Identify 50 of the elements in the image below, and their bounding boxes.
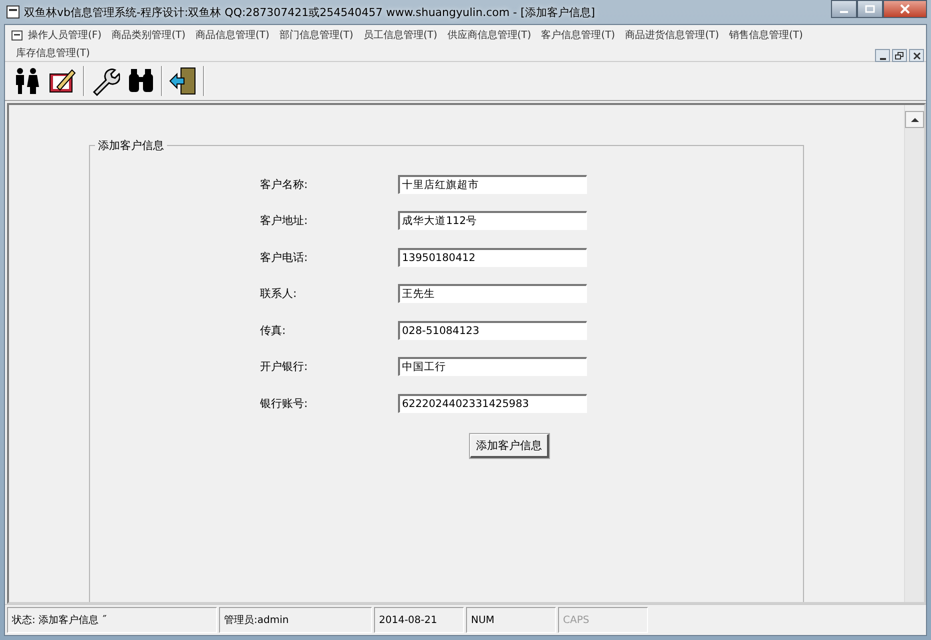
- app-icon: [6, 5, 20, 19]
- minimize-button[interactable]: [831, 0, 857, 18]
- menu-item[interactable]: 商品类别管理(T): [106, 27, 190, 43]
- status-panel: 状态: 添加客户信息 ˝: [7, 607, 217, 633]
- minimize-icon: [840, 11, 848, 13]
- field-label: 银行账号:: [260, 396, 309, 411]
- maximize-button[interactable]: [857, 0, 883, 18]
- menu-item[interactable]: 商品信息管理(T): [190, 27, 274, 43]
- scroll-up-button[interactable]: [905, 111, 924, 128]
- menu-item[interactable]: 销售信息管理(T): [724, 27, 808, 43]
- menu-item[interactable]: 部门信息管理(T): [274, 27, 358, 43]
- up-arrow-icon: [910, 117, 918, 122]
- field-label: 联系人:: [260, 286, 298, 302]
- close-button[interactable]: [909, 49, 924, 62]
- group-title: 添加客户信息: [95, 138, 167, 153]
- input-field[interactable]: 成华大道112号: [398, 211, 587, 230]
- input-field[interactable]: 十里店红旗超市: [398, 174, 587, 194]
- input-field[interactable]: 王先生: [398, 284, 587, 304]
- menu-item[interactable]: 员工信息管理(T): [358, 27, 442, 43]
- wrench-icon: [90, 66, 120, 96]
- menu-item[interactable]: 供应商信息管理(T): [442, 27, 536, 43]
- status-panel: 管理员:admin: [219, 607, 372, 633]
- restore-icon: [895, 52, 904, 60]
- field-label: 客户名称:: [260, 176, 309, 192]
- status-panel: CAPS: [558, 607, 648, 633]
- close-icon: [912, 52, 920, 60]
- menu-item[interactable]: 客户信息管理(T): [536, 27, 620, 43]
- exit-door-icon: [168, 66, 198, 96]
- input-field[interactable]: 13950180412: [398, 248, 587, 267]
- menu-item[interactable]: 操作人员管理(F): [23, 27, 107, 43]
- field-label: 客户电话:: [260, 250, 309, 265]
- close-button[interactable]: [883, 0, 927, 18]
- maximize-icon: [865, 5, 875, 13]
- menu-item[interactable]: 商品进货信息管理(T): [620, 27, 724, 43]
- input-field[interactable]: 6222024402331425983: [398, 394, 587, 413]
- restore-button[interactable]: [892, 49, 907, 62]
- menu-item[interactable]: 库存信息管理(T): [11, 45, 95, 61]
- field-label: 传真:: [260, 322, 287, 338]
- field-label: 开户银行:: [260, 359, 309, 374]
- field-label: 客户地址:: [260, 213, 309, 228]
- close-icon: [900, 4, 910, 14]
- minimize-icon: [880, 58, 886, 60]
- input-field[interactable]: 028-51084123: [398, 320, 587, 340]
- document-icon[interactable]: [11, 29, 23, 41]
- input-field[interactable]: 中国工行: [398, 357, 587, 376]
- status-panel: 2014-08-21: [374, 607, 464, 633]
- minimize-button[interactable]: [875, 49, 890, 62]
- window-title: 双鱼林vb信息管理系统-程序设计:双鱼林 QQ:287307421或254540457 www.shuangyulin.com - [添加客户信息]: [24, 4, 596, 20]
- add-button[interactable]: 添加客户信息: [470, 434, 549, 458]
- status-panel: NUM: [466, 607, 556, 633]
